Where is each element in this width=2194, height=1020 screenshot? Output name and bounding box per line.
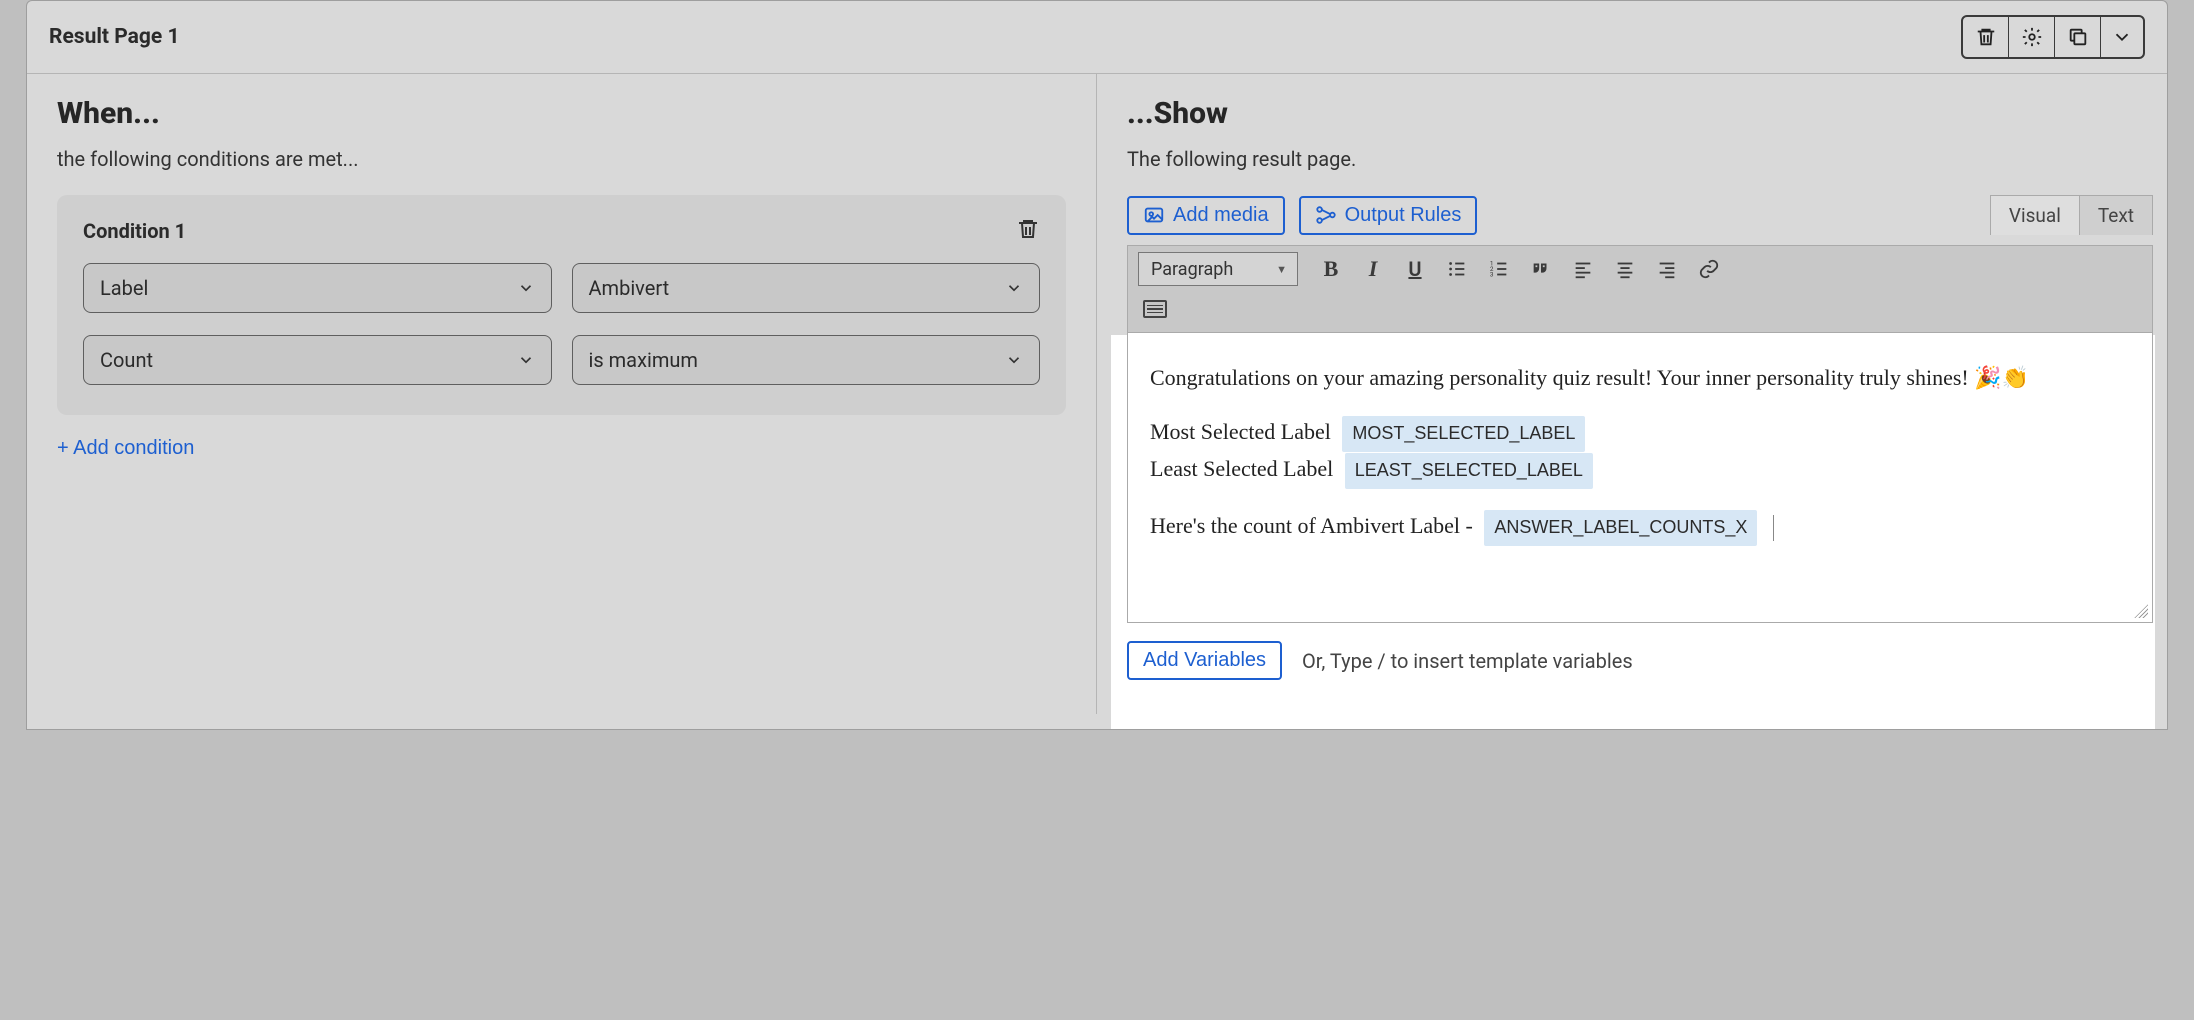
add-variables-label: Add Variables: [1143, 649, 1266, 672]
editor-paragraph: Here's the count of Ambivert Label - ANS…: [1150, 509, 2130, 546]
insert-hint-text: Or, Type / to insert template variables: [1302, 649, 1633, 673]
editor-paragraph: Most Selected Label MOST_SELECTED_LABEL …: [1150, 415, 2130, 489]
add-media-label: Add media: [1173, 204, 1269, 227]
delete-button[interactable]: [1963, 17, 2009, 57]
condition-field-select[interactable]: Label: [83, 263, 552, 313]
format-select[interactable]: Paragraph ▼: [1138, 252, 1298, 286]
variable-chip-most[interactable]: MOST_SELECTED_LABEL: [1342, 416, 1585, 452]
condition-value-select[interactable]: Ambivert: [572, 263, 1041, 313]
when-heading: When...: [57, 96, 1066, 131]
variable-chip-count[interactable]: ANSWER_LABEL_COUNTS_X: [1484, 510, 1757, 546]
chevron-down-icon: ▼: [1276, 263, 1287, 276]
add-media-button[interactable]: Add media: [1127, 196, 1285, 235]
condition-card: Condition 1 Label Ambivert: [57, 195, 1066, 415]
numbered-list-button[interactable]: 123: [1478, 252, 1520, 286]
align-right-button[interactable]: [1646, 252, 1688, 286]
count-line-text: Here's the count of Ambivert Label -: [1150, 513, 1478, 538]
output-rules-label: Output Rules: [1345, 204, 1462, 227]
blockquote-button[interactable]: [1520, 252, 1562, 286]
italic-button[interactable]: I: [1352, 252, 1394, 286]
when-column: When... the following conditions are met…: [27, 74, 1097, 714]
bullet-list-button[interactable]: [1436, 252, 1478, 286]
keyboard-icon: [1143, 300, 1167, 318]
tab-text[interactable]: Text: [2080, 196, 2152, 235]
add-variables-button[interactable]: Add Variables: [1127, 641, 1282, 680]
delete-condition-button[interactable]: [1016, 217, 1040, 245]
show-column: ...Show The following result page. Add m…: [1097, 74, 2167, 714]
condition-field-value: Label: [100, 276, 148, 300]
output-rules-button[interactable]: Output Rules: [1299, 196, 1478, 235]
resize-handle[interactable]: [2134, 604, 2148, 618]
least-selected-label-text: Least Selected Label: [1150, 456, 1333, 481]
panel-header: Result Page 1: [27, 1, 2167, 74]
condition-metric-text: Count: [100, 348, 153, 372]
text-caret: [1773, 515, 1774, 541]
header-actions: [1961, 15, 2145, 59]
underline-button[interactable]: U: [1394, 252, 1436, 286]
condition-operator-select[interactable]: is maximum: [572, 335, 1041, 385]
editor-paragraph: Congratulations on your amazing personal…: [1150, 361, 2130, 395]
expand-button[interactable]: [2101, 17, 2143, 57]
editor-content[interactable]: Congratulations on your amazing personal…: [1127, 333, 2153, 623]
add-condition-button[interactable]: + Add condition: [57, 437, 194, 460]
svg-text:3: 3: [1490, 270, 1494, 278]
bold-button[interactable]: B: [1310, 252, 1352, 286]
variable-chip-least[interactable]: LEAST_SELECTED_LABEL: [1345, 453, 1593, 489]
keyboard-button[interactable]: [1140, 292, 1170, 326]
tab-visual[interactable]: Visual: [1991, 196, 2080, 235]
format-select-value: Paragraph: [1151, 259, 1233, 280]
duplicate-button[interactable]: [2055, 17, 2101, 57]
settings-button[interactable]: [2009, 17, 2055, 57]
show-subtitle: The following result page.: [1127, 147, 2153, 171]
link-button[interactable]: [1688, 252, 1730, 286]
align-left-button[interactable]: [1562, 252, 1604, 286]
panel-title: Result Page 1: [49, 25, 180, 49]
editor-tabs: Visual Text: [1990, 195, 2153, 235]
condition-value-text: Ambivert: [589, 276, 670, 300]
align-center-button[interactable]: [1604, 252, 1646, 286]
show-heading: ...Show: [1127, 96, 2153, 131]
condition-title: Condition 1: [83, 219, 186, 243]
when-subtitle: the following conditions are met...: [57, 147, 1066, 171]
editor-toolbar: Paragraph ▼ B I U 123: [1127, 245, 2153, 333]
most-selected-label-text: Most Selected Label: [1150, 419, 1331, 444]
result-page-panel: Result Page 1 When... the fo: [26, 0, 2168, 730]
condition-operator-text: is maximum: [589, 348, 698, 372]
condition-metric-select[interactable]: Count: [83, 335, 552, 385]
